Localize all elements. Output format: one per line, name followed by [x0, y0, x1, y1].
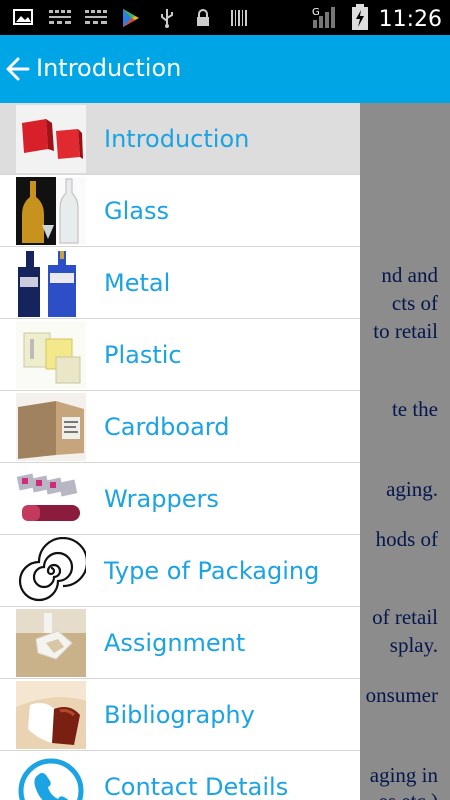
cardboard-box-image — [16, 393, 86, 461]
image-icon — [12, 7, 34, 27]
navigation-drawer: Introduction Glass Metal Plastic Cardboa… — [0, 103, 360, 800]
play-store-icon — [120, 7, 142, 27]
spiral-image — [16, 537, 86, 605]
lock-icon — [192, 7, 214, 27]
drawer-item-assignment[interactable]: Assignment — [0, 607, 360, 679]
drawer-item-label: Contact Details — [104, 773, 289, 800]
drawer-item-contact-details[interactable]: Contact Details — [0, 751, 360, 800]
notification-icon — [48, 7, 71, 27]
phone-icon — [16, 753, 86, 800]
drawer-item-bibliography[interactable]: Bibliography — [0, 679, 360, 751]
drawer-item-label: Assignment — [104, 629, 246, 657]
page-title: Introduction — [36, 54, 182, 82]
drawer-item-type-of-packaging[interactable]: Type of Packaging — [0, 535, 360, 607]
drawer-item-introduction[interactable]: Introduction — [0, 103, 360, 175]
drawer-item-label: Introduction — [104, 125, 250, 153]
drawer-item-plastic[interactable]: Plastic — [0, 319, 360, 391]
wrappers-image — [16, 465, 86, 533]
red-boxes-image — [16, 105, 86, 173]
bibliography-image — [16, 681, 86, 749]
drawer-item-cardboard[interactable]: Cardboard — [0, 391, 360, 463]
glass-bottles-image — [16, 177, 86, 245]
metal-bottles-image — [16, 249, 86, 317]
drawer-item-label: Glass — [104, 197, 169, 225]
drawer-item-label: Plastic — [104, 341, 182, 369]
drawer-item-label: Bibliography — [104, 701, 255, 729]
plastic-boxes-image — [16, 321, 86, 389]
drawer-item-label: Wrappers — [104, 485, 219, 513]
signal-icon: G — [311, 4, 341, 34]
usb-icon — [156, 7, 178, 28]
drawer-item-label: Cardboard — [104, 413, 230, 441]
battery-icon — [351, 3, 369, 35]
drawer-item-label: Metal — [104, 269, 171, 297]
drawer-item-glass[interactable]: Glass — [0, 175, 360, 247]
barcode-icon — [228, 7, 250, 27]
status-bar: G 11:26 — [0, 0, 450, 35]
drawer-item-metal[interactable]: Metal — [0, 247, 360, 319]
arrow-back-icon[interactable] — [4, 53, 32, 85]
app-bar: Introduction — [0, 35, 450, 103]
svg-text:G: G — [312, 7, 320, 18]
drawer-item-label: Type of Packaging — [104, 557, 320, 585]
assignment-image — [16, 609, 86, 677]
notification-icon — [84, 7, 107, 27]
clock: 11:26 — [378, 6, 442, 32]
drawer-item-wrappers[interactable]: Wrappers — [0, 463, 360, 535]
